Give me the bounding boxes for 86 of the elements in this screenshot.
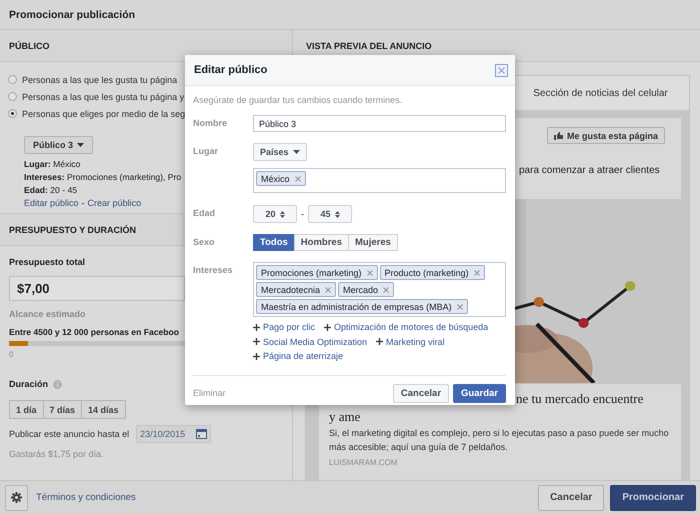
field-label: Presupuesto total <box>9 256 86 269</box>
field-label: Duración <box>9 378 48 391</box>
interest-tag: Maestría en administración de empresas (MBA) <box>256 299 468 314</box>
hint-text: Asegúrate de guardar tus cambios cuando termines. <box>193 94 404 107</box>
caret-icon <box>292 150 300 154</box>
remove-icon[interactable] <box>366 270 373 276</box>
settings-button[interactable] <box>5 484 28 510</box>
interest-tag: Mercadotecnia <box>256 282 336 297</box>
plus-icon <box>253 324 260 331</box>
plus-icon <box>253 338 260 346</box>
settings-icon <box>11 492 22 503</box>
like-page-button[interactable]: Me gusta esta página <box>546 127 665 144</box>
plus-icon <box>376 338 384 346</box>
remove-icon[interactable] <box>325 286 332 292</box>
create-audience-link[interactable]: Crear público <box>88 197 142 210</box>
link-title: y ame <box>329 408 360 426</box>
interest-tag: Promociones (marketing) <box>256 265 378 280</box>
thumbs-up-icon <box>554 132 563 140</box>
name-field[interactable]: Público 3 <box>253 115 506 132</box>
cancel-button[interactable]: Cancelar <box>392 384 450 402</box>
link-description: Si, el marketing digital es complejo, pero si lo ejecutas paso a paso puede ser mucho más accesible; aquí una guía de 7 peldaños. <box>329 427 670 454</box>
plus-icon <box>253 352 260 360</box>
post-text: para comenzar a atraer clientes <box>519 164 660 178</box>
suggestion-link[interactable]: Optimización de motores de búsqueda <box>324 320 488 334</box>
option-label: Personas a las que les gusta tu página <box>22 74 178 84</box>
daily-spend-note: Gastarás $1,75 por día. <box>9 448 105 461</box>
field-label: Nombre <box>193 117 228 130</box>
budget-field[interactable]: $7,00 <box>9 276 185 301</box>
terms-link[interactable]: Términos y condiciones <box>36 492 136 503</box>
suggestion-link[interactable]: Marketing viral <box>376 334 445 349</box>
link-domain: LUISMARAM.COM <box>329 457 398 469</box>
cancel-button[interactable]: Cancelar <box>538 484 604 510</box>
gender-option[interactable]: Hombres <box>294 234 349 251</box>
field-label: Lugar <box>193 145 220 158</box>
interests-field[interactable]: Promociones (marketing) Producto (marketing) Mercadotecnia Mercado Maestría en administración de empresas (MBA) <box>253 262 506 317</box>
scale-label: 0 <box>9 349 14 361</box>
suggestion-link[interactable]: Pago por clic <box>253 320 316 334</box>
location-type-dropdown[interactable]: Países <box>253 143 307 161</box>
max-age-selector[interactable]: 45 <box>308 205 352 223</box>
summary-line: Edad: 20 - 45 <box>24 184 78 197</box>
up-down-icon <box>334 210 340 218</box>
reach-text: Entre 4500 y 12 000 personas en Faceboo <box>9 326 180 339</box>
field-label: Alcance estimado <box>9 308 87 321</box>
remove-icon[interactable] <box>456 304 463 310</box>
interest-tag: Producto (marketing) <box>380 265 485 280</box>
save-button[interactable]: Guardar <box>453 384 506 402</box>
option-label: Personas que eliges por medio de la seg <box>22 108 186 118</box>
gender-option[interactable]: Todos <box>253 234 295 251</box>
location-field[interactable]: México <box>253 168 506 193</box>
link-title: ne tu mercado encuentre <box>516 390 644 408</box>
plus-icon <box>324 324 332 331</box>
option-label: Personas a las que les gusta tu página y <box>22 92 184 102</box>
date-field[interactable]: 23/10/2015 <box>136 425 212 443</box>
remove-icon[interactable] <box>474 270 480 276</box>
radio-button[interactable] <box>8 75 17 84</box>
radio-button[interactable] <box>8 109 17 118</box>
gender-option[interactable]: Mujeres <box>348 234 398 251</box>
suggestion-link[interactable]: Social Media Optimization <box>253 334 368 349</box>
suggestion-link[interactable]: Página de aterrizaje <box>253 349 344 364</box>
location-tag: México <box>256 171 306 186</box>
window-title: Promocionar publicación <box>9 8 136 20</box>
remove-icon[interactable] <box>294 176 301 182</box>
duration-option[interactable]: 1 día <box>9 400 44 419</box>
up-down-icon <box>280 210 284 218</box>
summary-line: Lugar: México <box>24 158 80 171</box>
range-separator: - <box>301 209 304 219</box>
radio-button[interactable] <box>8 92 17 101</box>
field-label: Publicar este anuncio hasta el <box>9 429 130 439</box>
edit-audience-link[interactable]: Editar público <box>24 197 79 210</box>
min-age-selector[interactable]: 20 <box>253 205 297 223</box>
interest-tag: Mercado <box>338 282 394 297</box>
link-separator: - <box>82 197 85 210</box>
duration-option[interactable]: 14 días <box>81 400 126 419</box>
summary-line: Intereses: Promociones (marketing), Pro <box>24 171 182 184</box>
audience-dropdown[interactable]: Público 3 <box>24 136 94 154</box>
caret-icon <box>77 143 84 147</box>
calendar-icon[interactable] <box>196 429 208 439</box>
field-label: Intereses <box>193 264 234 277</box>
field-label: Sexo <box>193 236 216 249</box>
section-heading: PÚBLICO <box>0 30 292 62</box>
remove-icon[interactable] <box>383 286 390 292</box>
duration-option[interactable]: 7 días <box>42 400 82 419</box>
promote-button[interactable]: Promocionar <box>610 484 696 510</box>
info-icon[interactable] <box>53 380 62 388</box>
close-icon[interactable] <box>495 64 508 76</box>
dialog-title: Editar público <box>194 64 268 76</box>
